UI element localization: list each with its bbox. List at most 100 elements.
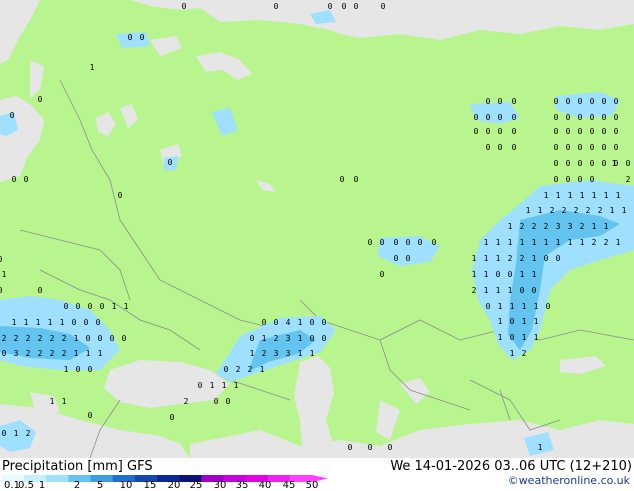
precip-value: 0 <box>566 113 571 122</box>
precip-value: 1 <box>14 429 19 438</box>
precip-value: 1 <box>538 443 543 452</box>
precip-value: 0 <box>88 365 93 374</box>
precip-value: 0 <box>512 143 517 152</box>
precip-value: 1 <box>484 286 489 295</box>
precip-value: 0 <box>394 254 399 263</box>
precip-value: 0 <box>486 127 491 136</box>
precip-value: 1 <box>534 333 539 342</box>
precip-value: 1 <box>508 222 513 231</box>
precip-value: 1 <box>592 222 597 231</box>
precip-value: 0 <box>214 397 219 406</box>
scale-tick-label: 50 <box>305 480 319 491</box>
precip-value: 0 <box>354 175 359 184</box>
precip-value: 0 <box>554 159 559 168</box>
precip-value: 2 <box>580 222 585 231</box>
precip-value: 1 <box>580 238 585 247</box>
precip-value: 0 <box>554 127 559 136</box>
precip-value: 1 <box>498 302 503 311</box>
precip-value: 0 <box>578 159 583 168</box>
precip-value: 0 <box>340 175 345 184</box>
precip-value: 1 <box>496 238 501 247</box>
precip-value: 0 <box>602 159 607 168</box>
precip-value: 0 <box>328 2 333 11</box>
precip-value: 0 <box>262 318 267 327</box>
precip-value: 0 <box>590 175 595 184</box>
precip-value: 0 <box>110 334 115 343</box>
precip-value: 0 <box>590 127 595 136</box>
legend-title: Precipitation [mm] <box>2 459 123 474</box>
precip-value: 0 <box>486 302 491 311</box>
precip-value: 1 <box>298 318 303 327</box>
precip-value: 0 <box>486 97 491 106</box>
precip-value: 1 <box>622 206 627 215</box>
precip-value: 1 <box>24 318 29 327</box>
scale-tick-label: 35 <box>235 480 249 491</box>
precip-value: 0 <box>566 175 571 184</box>
precip-value: 1 <box>532 254 537 263</box>
precip-value: 1 <box>616 191 621 200</box>
precip-value: 0 <box>614 127 619 136</box>
precip-value: 1 <box>534 317 539 326</box>
precip-value: 1 <box>298 334 303 343</box>
precip-value: 1 <box>544 191 549 200</box>
precip-value: 0 <box>498 97 503 106</box>
precip-value: 0 <box>406 254 411 263</box>
precip-value: 0 <box>578 143 583 152</box>
precip-value: 0 <box>474 113 479 122</box>
precip-value: 0 <box>578 127 583 136</box>
precip-value: 0 <box>498 113 503 122</box>
precip-value: 1 <box>522 302 527 311</box>
scale-tick-label: 40 <box>258 480 272 491</box>
precip-value: 1 <box>498 317 503 326</box>
precip-value: 1 <box>260 365 265 374</box>
precip-value: 0 <box>226 397 231 406</box>
precip-value: 1 <box>60 318 65 327</box>
precip-value: 0 <box>546 302 551 311</box>
precip-value: 2 <box>184 397 189 406</box>
precip-value: 0 <box>2 429 7 438</box>
scale-tick-label: 15 <box>143 480 157 491</box>
precip-value: 1 <box>522 317 527 326</box>
precip-value: 1 <box>544 238 549 247</box>
precip-value: 0 <box>486 143 491 152</box>
precip-value: 0 <box>84 318 89 327</box>
precip-value: 1 <box>310 349 315 358</box>
precip-value: 2 <box>544 222 549 231</box>
precip-value: 2 <box>520 222 525 231</box>
precip-value: 0 <box>432 238 437 247</box>
precip-value: 2 <box>574 206 579 215</box>
precip-value: 1 <box>612 159 617 168</box>
site-credit[interactable]: ©weatheronline.co.uk <box>508 474 630 487</box>
precip-value: 0 <box>566 97 571 106</box>
precip-value: 1 <box>532 270 537 279</box>
precip-value: 0 <box>0 286 3 295</box>
precip-value: 1 <box>250 349 255 358</box>
precip-value: 0 <box>368 443 373 452</box>
precip-value: 3 <box>14 349 19 358</box>
precip-value: 0 <box>614 143 619 152</box>
precip-value: 2 <box>26 429 31 438</box>
precip-value: 0 <box>170 413 175 422</box>
precip-value: 1 <box>210 381 215 390</box>
precip-value: 0 <box>602 143 607 152</box>
precip-value: 1 <box>556 191 561 200</box>
precip-value: 1 <box>604 222 609 231</box>
precip-value: 0 <box>100 302 105 311</box>
scale-tick-label: 5 <box>96 480 104 491</box>
precip-value: 1 <box>532 238 537 247</box>
precip-value: 0 <box>554 113 559 122</box>
precip-value: 1 <box>508 286 513 295</box>
precip-value: 0 <box>498 127 503 136</box>
precip-value: 2 <box>562 206 567 215</box>
precip-value: 2 <box>604 238 609 247</box>
precip-value: 0 <box>310 334 315 343</box>
precip-value: 0 <box>76 302 81 311</box>
precip-value: 0 <box>76 365 81 374</box>
precip-value: 0 <box>510 317 515 326</box>
forecast-datetime: We 14-01-2026 03..06 UTC (12+210) <box>390 459 632 474</box>
precip-value: 0 <box>348 443 353 452</box>
precip-value: 1 <box>526 206 531 215</box>
precip-value: 0 <box>128 33 133 42</box>
precip-value: 1 <box>50 397 55 406</box>
precip-value: 0 <box>86 334 91 343</box>
